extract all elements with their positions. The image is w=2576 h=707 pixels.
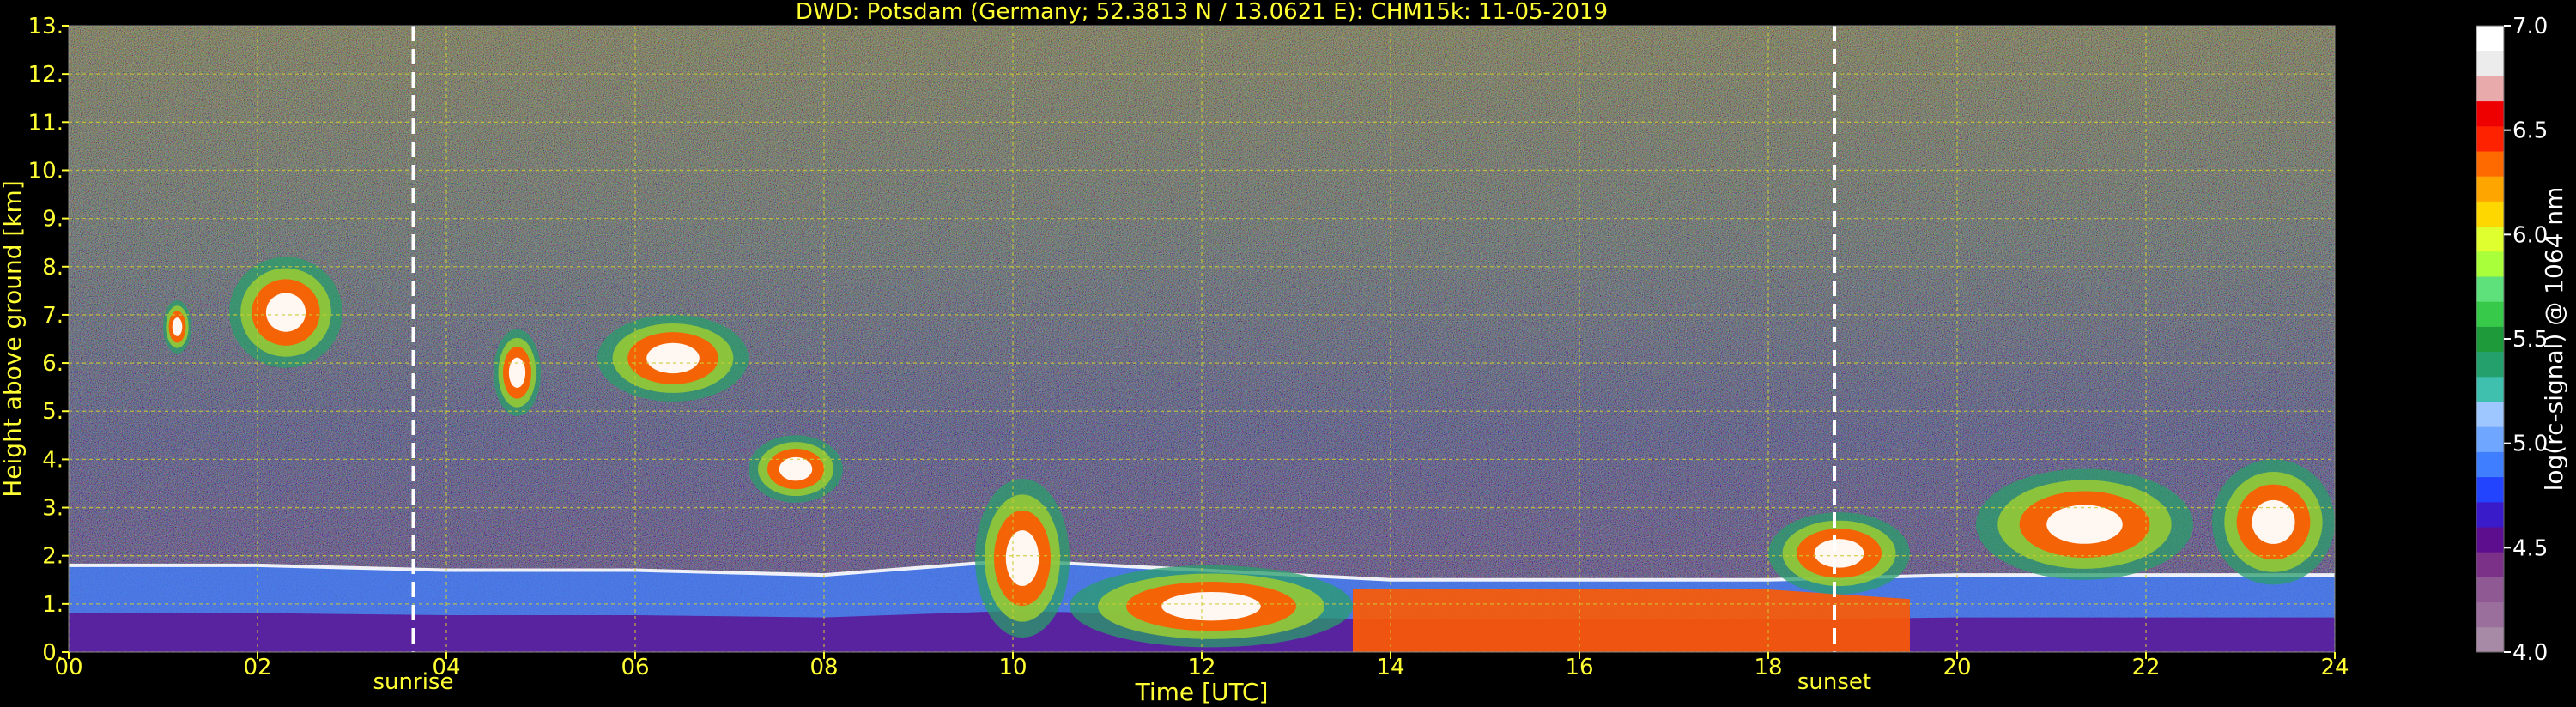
cloud-patch	[975, 478, 1070, 638]
cloud-patch-shade	[265, 293, 306, 332]
y-tick-label: 13.	[28, 14, 64, 39]
colorbar-segment	[2476, 326, 2504, 353]
near-surface-band	[1353, 589, 1910, 652]
y-tick-label: 8.	[42, 255, 64, 281]
y-tick-label: 2.	[42, 544, 64, 570]
colorbar-segment	[2476, 601, 2504, 628]
chart-title: DWD: Potsdam (Germany; 52.3813 N / 13.06…	[796, 0, 1608, 25]
colorbar-segment	[2476, 552, 2504, 577]
y-tick-label: 12.	[28, 62, 64, 88]
colorbar-segment	[2476, 626, 2504, 653]
colorbar-segment	[2476, 100, 2504, 127]
y-tick-label: 9.	[42, 207, 64, 233]
x-axis-label: Time [UTC]	[1135, 678, 1269, 706]
y-tick-labels: 0. 1. 2. 3. 4. 5. 6. 7. 8. 9. 10. 11. 12. 13.	[28, 14, 69, 666]
x-tick-label: 12	[1187, 655, 1215, 680]
y-tick-label: 11.	[28, 110, 64, 136]
colorbar-segment	[2476, 402, 2504, 427]
cloud-patch-shade	[1161, 591, 1261, 621]
cloud-patch	[749, 435, 843, 503]
y-tick-label: 4.	[42, 447, 64, 473]
colorbar-segment	[2476, 577, 2504, 603]
sunrise-label: sunrise	[373, 669, 454, 695]
y-tick-label: 10.	[28, 158, 64, 184]
colorbar-segment	[2476, 426, 2504, 452]
cloud-patch-shade	[2252, 499, 2295, 544]
y-tick-label: 3.	[42, 496, 64, 522]
colorbar-segment	[2476, 451, 2504, 478]
colorbar-segment	[2476, 276, 2504, 302]
x-tick-label: 18	[1754, 655, 1782, 680]
colorbar-segment	[2476, 251, 2504, 277]
cloud-patch	[163, 300, 191, 354]
colorbar-tick-label: 4.5	[2512, 535, 2548, 561]
colorbar-segment	[2476, 476, 2504, 503]
y-axis-label: Height above ground [km]	[0, 180, 27, 498]
colorbar-segment	[2476, 125, 2504, 152]
colorbar-segment	[2476, 301, 2504, 327]
y-tick-label: 6.	[42, 351, 64, 377]
colorbar-segment	[2476, 151, 2504, 177]
cloud-patch	[597, 314, 749, 402]
x-tick-label: 10	[998, 655, 1027, 680]
x-tick-label: 06	[621, 655, 649, 680]
cloud-patch-shade	[172, 317, 183, 336]
y-tick-label: 0.	[42, 640, 64, 666]
colorbar-segment	[2476, 51, 2504, 76]
y-tick-label: 1.	[42, 592, 64, 618]
colorbar-segment	[2476, 351, 2504, 378]
y-tick-label: 7.	[42, 303, 64, 329]
cloud-patch	[494, 329, 541, 416]
colorbar-tick-label: 7.0	[2512, 14, 2548, 39]
cloud-patch	[2212, 459, 2335, 585]
plot-noise-texture	[69, 26, 2335, 652]
colorbar-segment	[2476, 501, 2504, 528]
colorbar-segment	[2476, 226, 2504, 252]
colorbar-segment	[2476, 527, 2504, 553]
colorbar-segment	[2476, 201, 2504, 227]
x-tick-label: 02	[243, 655, 271, 680]
cloud-patch-shade	[2046, 505, 2123, 544]
colorbar-tick-label: 6.5	[2512, 118, 2548, 144]
cloud-patch	[1768, 512, 1910, 595]
cloud-patch-shade	[508, 357, 526, 388]
colorbar-segment	[2476, 176, 2504, 202]
cloud-patch-shade	[646, 342, 700, 374]
colorbar-segment	[2476, 26, 2504, 51]
lidar-chart: DWD: Potsdam (Germany; 52.3813 N / 13.06…	[0, 0, 2568, 706]
cloud-patch-shade	[779, 456, 813, 481]
colorbar-tick-label: 4.0	[2512, 640, 2548, 666]
cloud-patch-shade	[1814, 539, 1864, 568]
cloud-patch-shade	[1005, 530, 1039, 586]
colorbar-segment	[2476, 76, 2504, 102]
colorbar	[2476, 25, 2505, 653]
sunset-label: sunset	[1797, 669, 1871, 695]
colorbar-segment	[2476, 376, 2504, 402]
y-tick-label: 5.	[42, 399, 64, 425]
x-tick-label: 16	[1565, 655, 1593, 680]
cloud-patch	[1976, 468, 2193, 580]
x-tick-label: 14	[1376, 655, 1404, 680]
x-tick-label: 24	[2320, 655, 2349, 680]
sun-marker-labels: sunrise sunset	[373, 669, 1872, 695]
colorbar-label: log(rc-signal) @ 1064 nm	[2540, 187, 2568, 492]
cloud-patch	[229, 257, 342, 368]
x-tick-label: 08	[809, 655, 838, 680]
x-tick-label: 22	[2131, 655, 2160, 680]
cloud-patch	[1070, 565, 1353, 648]
plot-area	[69, 26, 2335, 652]
x-tick-label: 20	[1943, 655, 1971, 680]
